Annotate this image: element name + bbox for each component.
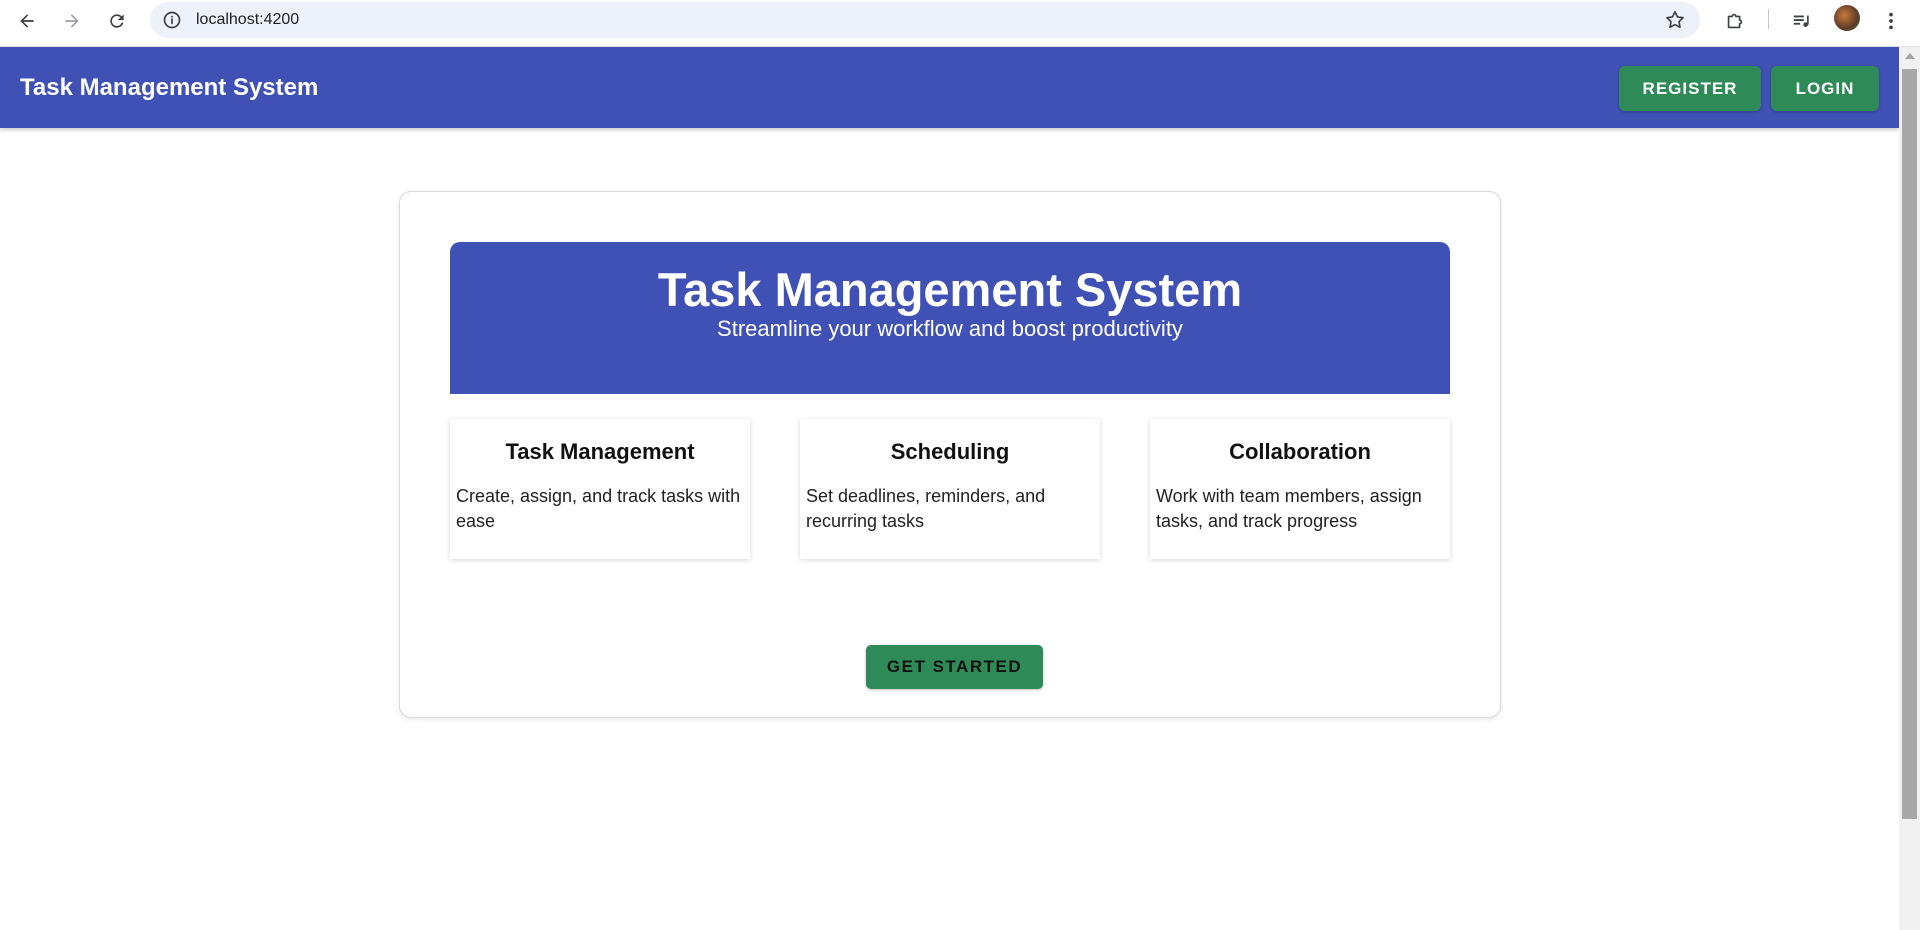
welcome-card: Task Management System Streamline your w… bbox=[399, 191, 1501, 718]
star-icon[interactable] bbox=[1664, 9, 1686, 31]
scrollbar-thumb[interactable] bbox=[1902, 69, 1917, 819]
scroll-up-icon[interactable] bbox=[1905, 53, 1915, 59]
hero-subtitle: Streamline your workflow and boost produ… bbox=[717, 316, 1183, 341]
puzzle-icon bbox=[1727, 13, 1743, 29]
feature-description: Work with team members, assign tasks, an… bbox=[1156, 486, 1422, 531]
get-started-button[interactable]: GET STARTED bbox=[866, 645, 1043, 689]
feature-card-scheduling: Scheduling Set deadlines, reminders, and… bbox=[800, 419, 1100, 559]
feature-description: Create, assign, and track tasks with eas… bbox=[456, 486, 741, 531]
feature-card-collaboration: Collaboration Work with team members, as… bbox=[1150, 419, 1450, 559]
feature-title: Scheduling bbox=[890, 439, 1010, 464]
media-button[interactable] bbox=[1787, 6, 1817, 36]
back-button[interactable] bbox=[12, 6, 42, 36]
address-bar[interactable]: localhost:4200 bbox=[150, 2, 1700, 38]
arrow-right-icon bbox=[65, 14, 79, 28]
extensions-button[interactable] bbox=[1720, 6, 1750, 36]
app-header: Task Management System REGISTER LOGIN bbox=[0, 47, 1899, 128]
media-queue-icon bbox=[1793, 15, 1809, 27]
browser-toolbar: localhost:4200 bbox=[0, 0, 1920, 47]
app-brand[interactable]: Task Management System bbox=[20, 74, 318, 102]
reload-button[interactable] bbox=[102, 6, 132, 36]
feature-list: Task Management Create, assign, and trac… bbox=[450, 419, 1450, 559]
forward-button[interactable] bbox=[57, 6, 87, 36]
register-button[interactable]: REGISTER bbox=[1619, 66, 1761, 111]
hero-title: Task Management System bbox=[657, 263, 1243, 316]
page-scrollbar[interactable] bbox=[1899, 47, 1920, 930]
feature-description: Set deadlines, reminders, and recurring … bbox=[806, 486, 1046, 531]
hero-banner: Task Management System Streamline your w… bbox=[450, 242, 1450, 394]
app-root: Task Management System REGISTER LOGIN Ta… bbox=[0, 47, 1899, 930]
toolbar-divider bbox=[1768, 9, 1769, 29]
kebab-menu-icon bbox=[1889, 12, 1893, 30]
feature-card-task-management: Task Management Create, assign, and trac… bbox=[450, 419, 750, 559]
menu-button[interactable] bbox=[1876, 6, 1906, 36]
url-text[interactable]: localhost:4200 bbox=[196, 11, 299, 29]
info-icon[interactable] bbox=[162, 10, 182, 30]
feature-title: Task Management bbox=[505, 439, 695, 464]
profile-avatar[interactable] bbox=[1834, 5, 1860, 31]
login-button[interactable]: LOGIN bbox=[1771, 66, 1879, 111]
reload-icon bbox=[110, 14, 124, 28]
feature-title: Collaboration bbox=[1229, 439, 1371, 464]
arrow-left-icon bbox=[20, 14, 34, 28]
